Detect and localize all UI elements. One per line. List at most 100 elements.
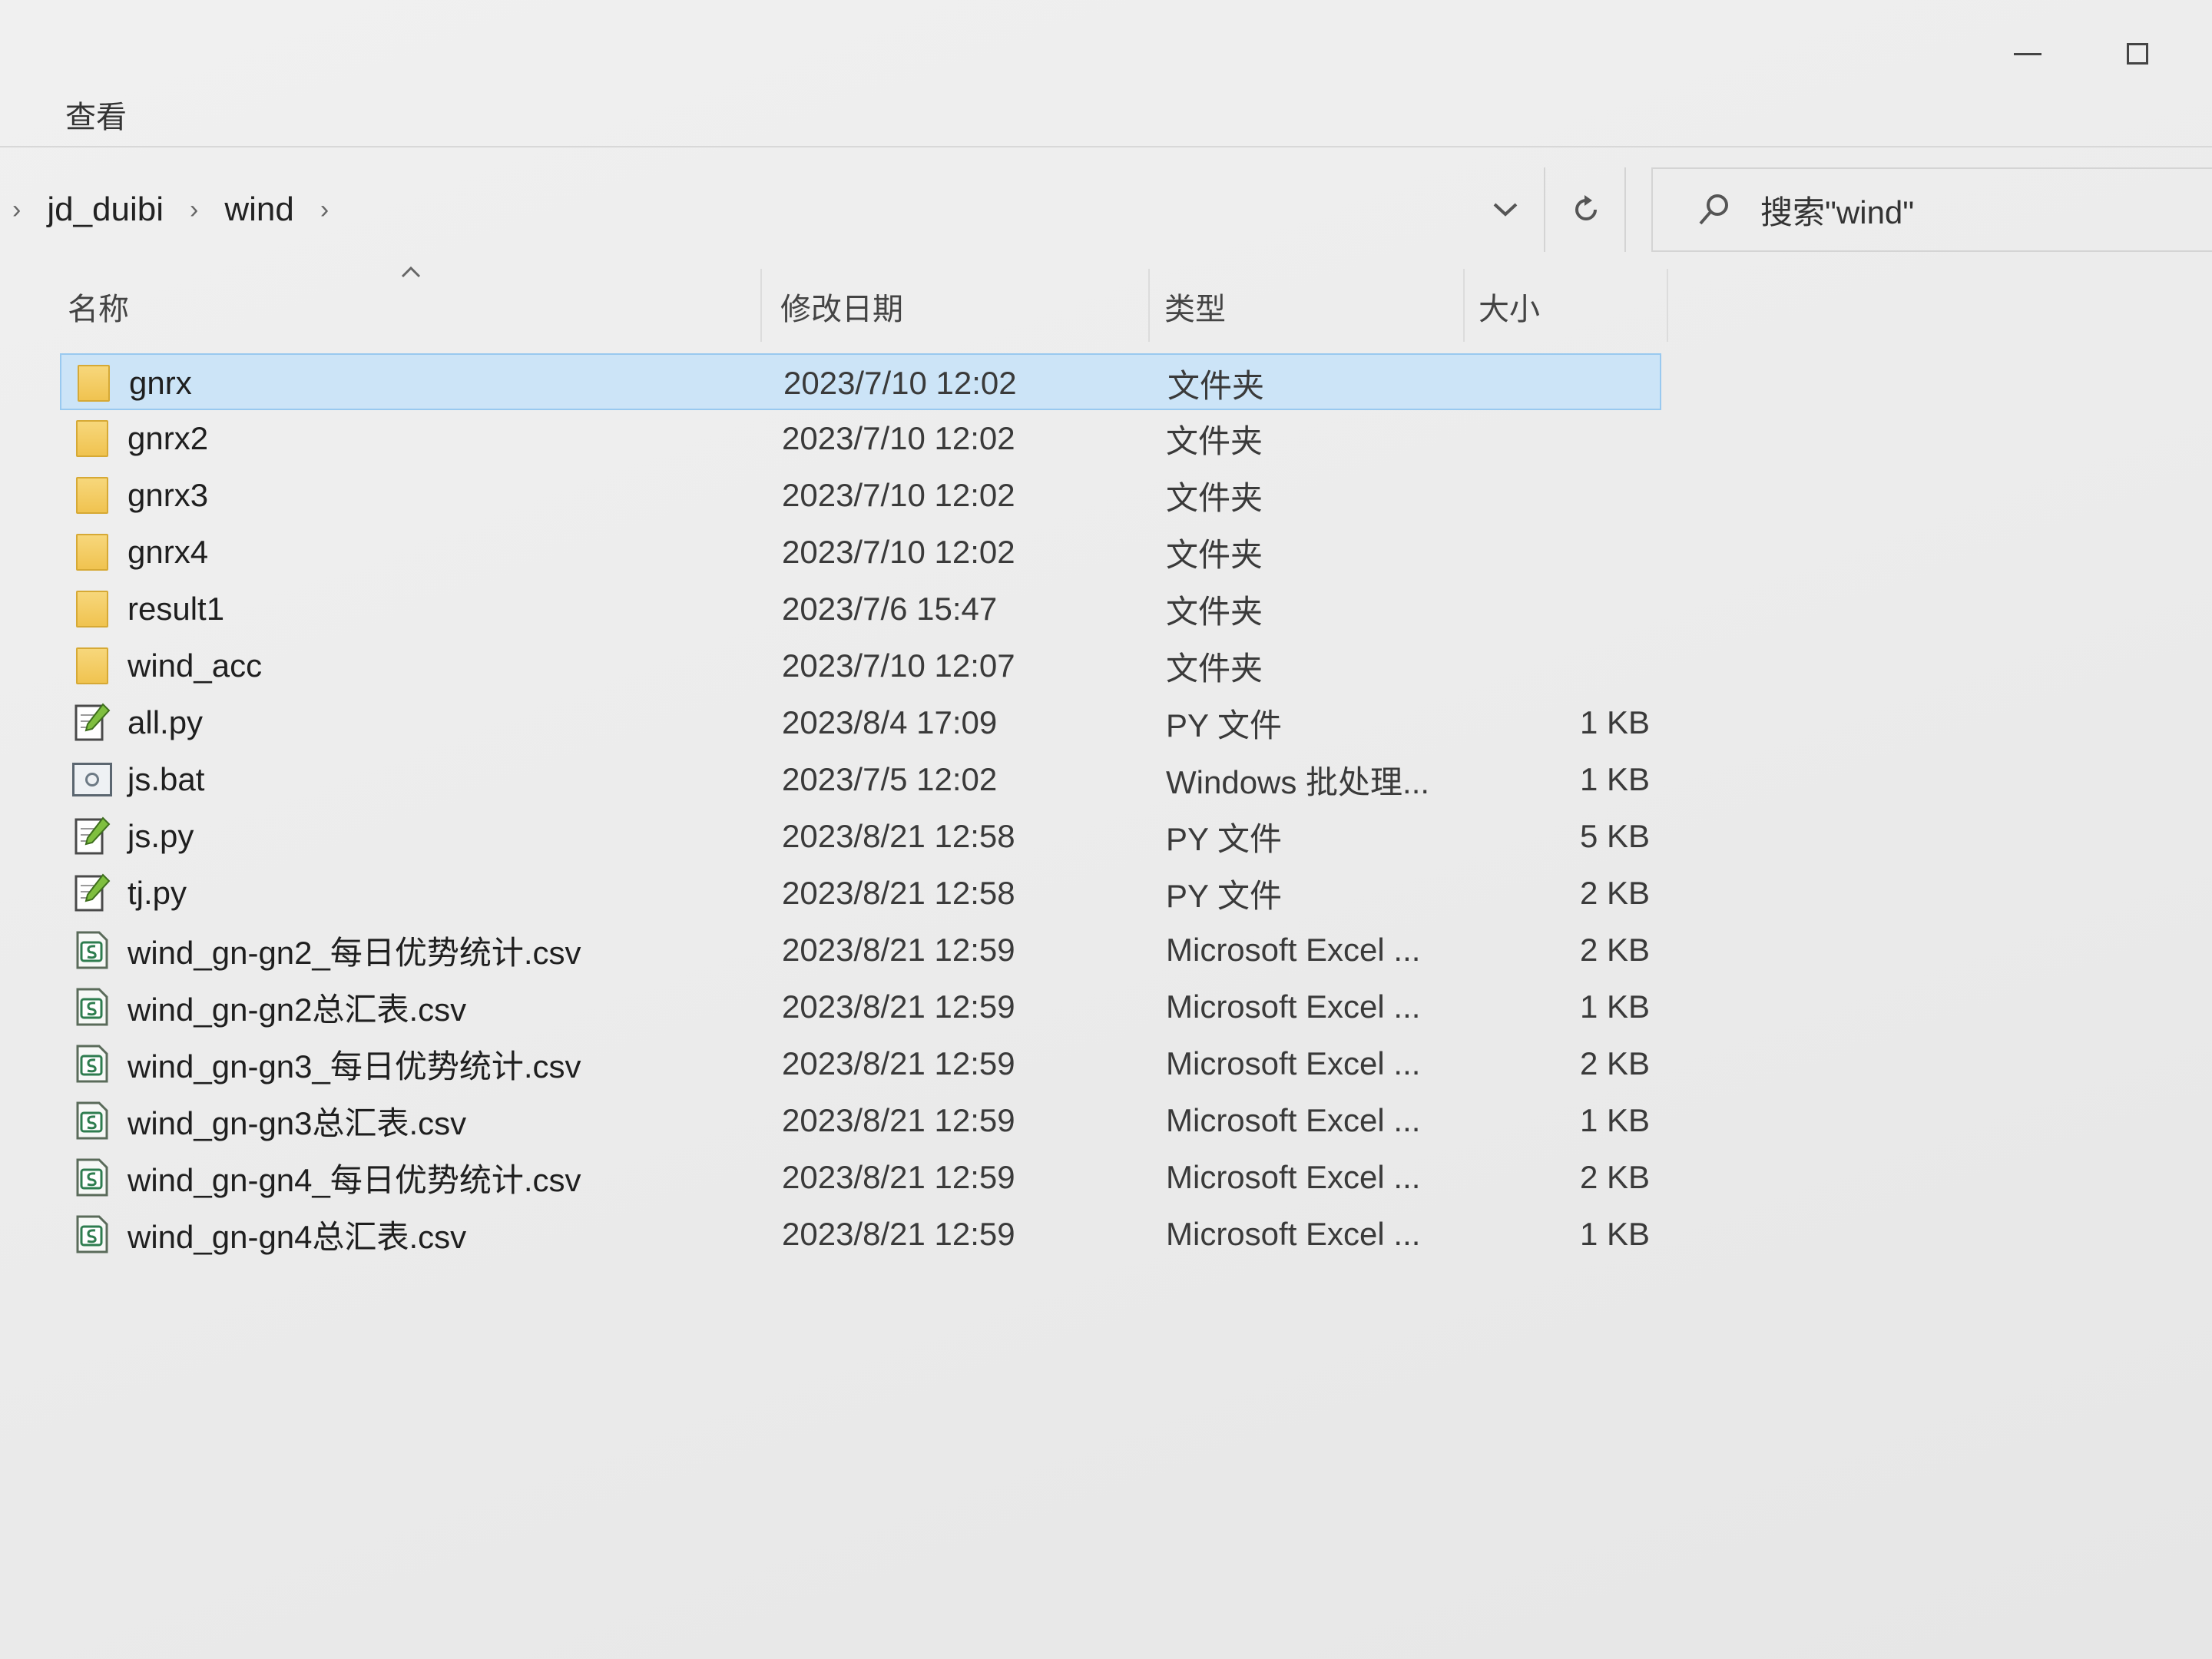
folder-icon — [72, 467, 112, 524]
folder-icon — [72, 410, 112, 467]
file-name: gnrx4 — [127, 534, 209, 570]
file-type: 文件夹 — [1166, 650, 1263, 687]
file-row[interactable]: wind_gn-gn3总汇表.csv 2023/8/21 12:59 Microso… — [60, 1092, 1661, 1149]
file-size — [1496, 524, 1650, 581]
excel-csv-icon — [72, 1206, 112, 1263]
file-row[interactable]: wind_gn-gn2_每日优势统计.csv 2023/8/21 12:59 Mic… — [60, 922, 1661, 979]
excel-csv-icon — [72, 979, 112, 1035]
column-header-name[interactable]: 名称 — [68, 284, 129, 329]
column-divider[interactable] — [1463, 269, 1465, 342]
column-headers: 名称 修改日期 类型 大小 — [0, 261, 1674, 349]
file-type: PY 文件 — [1166, 707, 1282, 743]
file-name: wind_gn-gn4总汇表.csv — [127, 1218, 467, 1255]
file-type: 文件夹 — [1166, 593, 1263, 630]
column-header-type[interactable]: 类型 — [1164, 284, 1226, 329]
file-type: Microsoft Excel ... — [1166, 988, 1421, 1025]
folder-icon — [72, 524, 112, 581]
chevron-right-icon[interactable]: › — [177, 195, 210, 225]
file-type: Microsoft Excel ... — [1166, 1216, 1421, 1252]
file-modified-date: 2023/7/5 12:02 — [782, 761, 998, 797]
file-name: result1 — [127, 591, 225, 627]
file-row[interactable]: js.bat 2023/7/5 12:02 Windows 批处理... 1 KB — [60, 751, 1661, 808]
file-size — [1498, 355, 1651, 412]
file-row[interactable]: js.py 2023/8/21 12:58 PY 文件 5 KB — [60, 808, 1661, 865]
file-size: 2 KB — [1579, 932, 1650, 968]
file-modified-date: 2023/8/21 12:59 — [782, 1216, 1015, 1252]
file-row[interactable]: wind_acc 2023/7/10 12:07 文件夹 — [60, 637, 1661, 694]
file-modified-date: 2023/7/10 12:02 — [783, 365, 1017, 401]
file-name: wind_gn-gn2总汇表.csv — [127, 991, 467, 1028]
column-divider[interactable] — [760, 269, 762, 342]
file-modified-date: 2023/8/21 12:58 — [782, 875, 1015, 911]
file-modified-date: 2023/8/21 12:59 — [782, 1159, 1015, 1195]
file-row[interactable]: gnrx4 2023/7/10 12:02 文件夹 — [60, 524, 1661, 581]
column-header-date[interactable]: 修改日期 — [780, 284, 903, 329]
file-name: wind_gn-gn2_每日优势统计.csv — [127, 934, 581, 971]
file-row[interactable]: wind_gn-gn3_每日优势统计.csv 2023/8/21 12:59 Mic… — [60, 1035, 1661, 1092]
folder-icon — [72, 637, 112, 694]
refresh-icon — [1575, 195, 1597, 220]
file-size — [1496, 410, 1650, 467]
file-row[interactable]: wind_gn-gn4_每日优势统计.csv 2023/8/21 12:59 Mic… — [60, 1149, 1661, 1206]
batch-file-icon — [72, 751, 112, 808]
chevron-right-icon[interactable]: › — [308, 195, 341, 225]
minimize-icon — [2014, 52, 2041, 55]
file-modified-date: 2023/7/10 12:02 — [782, 477, 1015, 513]
file-modified-date: 2023/8/21 12:59 — [782, 932, 1015, 968]
file-size — [1496, 581, 1650, 637]
file-size: 2 KB — [1579, 875, 1650, 911]
file-name: gnrx — [129, 365, 192, 401]
file-row[interactable]: gnrx3 2023/7/10 12:02 文件夹 — [60, 467, 1661, 524]
sort-ascending-icon — [401, 266, 421, 278]
address-bar[interactable]: › jd_duibi › wind › — [0, 167, 1626, 252]
address-history-dropdown[interactable] — [1479, 183, 1532, 237]
search-placeholder: 搜索"wind" — [1760, 194, 1915, 230]
file-row[interactable]: result1 2023/7/6 15:47 文件夹 — [60, 581, 1661, 637]
file-name: tj.py — [127, 875, 187, 911]
python-file-icon — [72, 808, 112, 865]
folder-icon — [74, 355, 114, 412]
file-size: 1 KB — [1579, 1102, 1650, 1138]
file-modified-date: 2023/8/21 12:58 — [782, 818, 1015, 854]
refresh-button[interactable] — [1544, 167, 1626, 252]
file-row[interactable]: all.py 2023/8/4 17:09 PY 文件 1 KB — [60, 694, 1661, 751]
chevron-right-icon[interactable]: › — [0, 195, 33, 225]
file-modified-date: 2023/8/4 17:09 — [782, 704, 998, 740]
chevron-down-icon — [1493, 203, 1518, 217]
maximize-icon — [2127, 43, 2148, 65]
breadcrumb-jd-duibi[interactable]: jd_duibi — [33, 190, 177, 229]
file-row[interactable]: gnrx 2023/7/10 12:02 文件夹 — [60, 353, 1661, 410]
file-name: all.py — [127, 704, 204, 740]
file-type: 文件夹 — [1166, 422, 1263, 459]
file-row[interactable]: wind_gn-gn2总汇表.csv 2023/8/21 12:59 Microso… — [60, 979, 1661, 1035]
file-name: wind_gn-gn4_每日优势统计.csv — [127, 1161, 581, 1198]
file-row[interactable]: wind_gn-gn4总汇表.csv 2023/8/21 12:59 Microso… — [60, 1206, 1661, 1263]
file-type: PY 文件 — [1166, 877, 1282, 914]
minimize-button[interactable] — [1993, 31, 2062, 77]
python-file-icon — [72, 694, 112, 751]
file-size: 1 KB — [1579, 704, 1650, 740]
file-row[interactable]: tj.py 2023/8/21 12:58 PY 文件 2 KB — [60, 865, 1661, 922]
excel-csv-icon — [72, 1092, 112, 1149]
file-type: Microsoft Excel ... — [1166, 1045, 1421, 1081]
search-input[interactable]: 搜索"wind" — [1651, 167, 2212, 252]
file-type: PY 文件 — [1166, 820, 1282, 857]
column-header-size[interactable]: 大小 — [1479, 284, 1540, 329]
file-modified-date: 2023/8/21 12:59 — [782, 988, 1015, 1025]
excel-csv-icon — [72, 922, 112, 979]
column-divider[interactable] — [1148, 269, 1150, 342]
breadcrumb-wind[interactable]: wind — [210, 190, 308, 229]
maximize-button[interactable] — [2103, 31, 2172, 77]
excel-csv-icon — [72, 1035, 112, 1092]
file-size: 1 KB — [1579, 1216, 1650, 1252]
file-name: gnrx2 — [127, 420, 209, 456]
file-modified-date: 2023/7/6 15:47 — [782, 591, 998, 627]
ribbon: 查看 — [0, 77, 2212, 147]
file-modified-date: 2023/7/10 12:02 — [782, 534, 1015, 570]
column-divider[interactable] — [1667, 269, 1668, 342]
file-row[interactable]: gnrx2 2023/7/10 12:02 文件夹 — [60, 410, 1661, 467]
file-size: 5 KB — [1579, 818, 1650, 854]
ribbon-tab-view[interactable]: 查看 — [65, 92, 127, 137]
file-size: 2 KB — [1579, 1159, 1650, 1195]
file-size — [1496, 637, 1650, 694]
